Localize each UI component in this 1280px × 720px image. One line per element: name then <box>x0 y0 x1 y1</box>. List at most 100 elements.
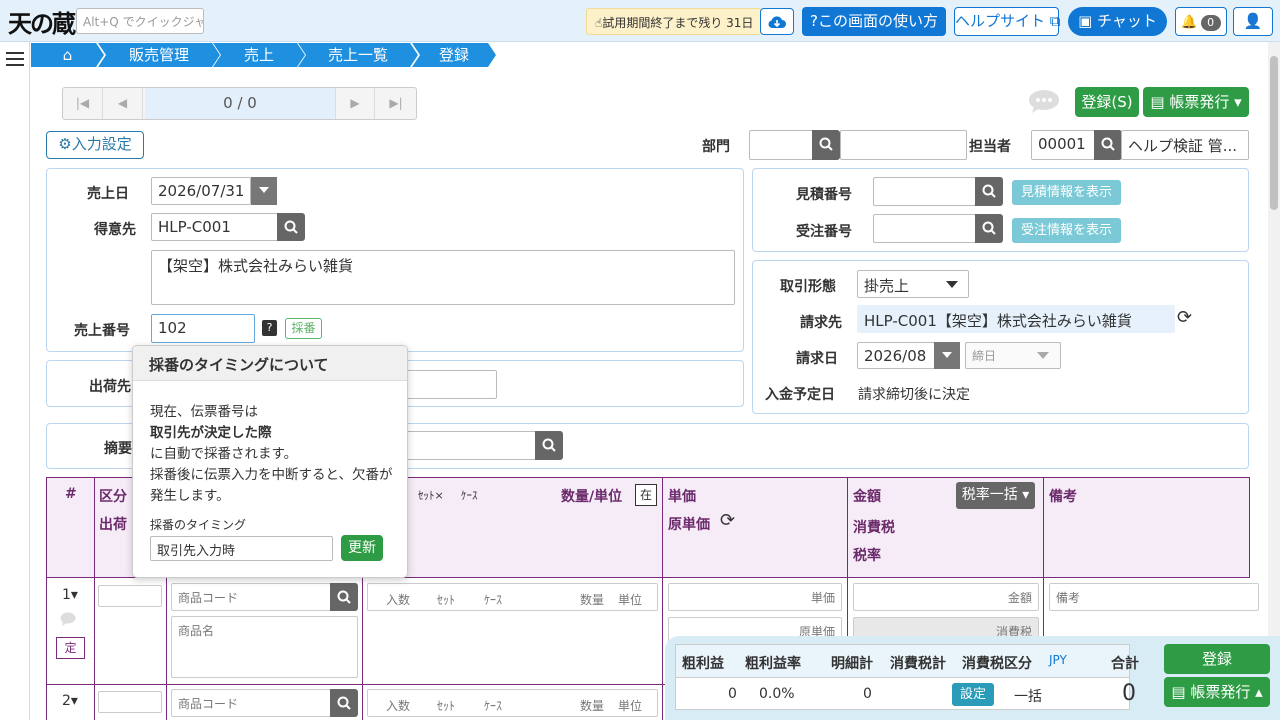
breadcrumb-home[interactable]: ⌂ <box>31 43 104 67</box>
user-menu-button[interactable]: 👤 <box>1233 7 1273 36</box>
register-button-bottom[interactable]: 登録 <box>1164 644 1270 674</box>
col-category: 区分 <box>99 489 127 505</box>
col-no: # <box>65 486 77 502</box>
unit-field[interactable]: 単位 <box>618 591 642 608</box>
amount-input[interactable]: 金額 <box>853 583 1039 611</box>
chevron-down-icon[interactable] <box>934 342 960 369</box>
staff-search-button[interactable] <box>1094 130 1122 160</box>
next-record-button[interactable]: ▶ <box>335 88 375 119</box>
refresh-icon[interactable]: ⟳ <box>720 510 735 531</box>
quickjump-input[interactable]: Alt+Q でクイックジャンプ <box>76 8 204 34</box>
notification-button[interactable]: 🔔 0 <box>1175 7 1227 36</box>
staff-code-input[interactable]: 00001 <box>1031 130 1095 160</box>
caret-down-icon: ▾ <box>1017 487 1030 503</box>
tax-bulk-button[interactable]: 税率一括 ▾ <box>956 482 1035 509</box>
show-order-button[interactable]: 受注情報を表示 <box>1012 218 1121 243</box>
customer-code-input[interactable]: HLP-C001 <box>151 213 278 241</box>
prev-record-button[interactable]: ◀ <box>103 88 143 119</box>
cloud-download-icon <box>768 16 786 28</box>
caret-down-icon: ▾ <box>1229 93 1242 111</box>
comment-icon[interactable] <box>60 612 76 630</box>
product-code-input[interactable]: 商品コード <box>171 583 331 611</box>
memo-search-button[interactable] <box>535 431 563 460</box>
set-field[interactable]: ｾｯﾄ <box>437 697 455 714</box>
row-number[interactable]: 2▾ <box>62 693 78 709</box>
staff-name-input[interactable]: ヘルプ検証 管... <box>1121 130 1249 160</box>
timing-input[interactable]: 取引先入力時 <box>150 536 333 561</box>
search-icon <box>982 221 996 235</box>
issue-form-button[interactable]: ▤ 帳票発行 ▾ <box>1143 87 1249 117</box>
case-field[interactable]: ｹｰｽ <box>484 697 502 714</box>
product-search-button[interactable] <box>330 689 358 717</box>
comment-icon[interactable] <box>1028 89 1060 113</box>
tax-setting-button[interactable]: 設定 <box>952 683 994 706</box>
fixed-badge[interactable]: 定 <box>56 637 85 659</box>
currency-label: JPY <box>1049 653 1067 667</box>
chevron-down-icon[interactable] <box>251 177 277 205</box>
estimate-search-button[interactable] <box>975 177 1003 206</box>
detail-total-label: 明細計 <box>831 656 873 672</box>
ship-to-name-input[interactable] <box>400 370 497 399</box>
scrollbar-thumb[interactable] <box>1270 56 1278 210</box>
row-number[interactable]: 1▾ <box>62 587 78 603</box>
numbering-badge[interactable]: 採番 <box>285 318 322 339</box>
document-icon: ▤ <box>1150 93 1170 111</box>
last-record-button[interactable]: ▶| <box>376 88 416 119</box>
col-tax-rate: 税率 <box>853 548 881 564</box>
set-field[interactable]: ｾｯﾄ <box>437 591 455 608</box>
category-input[interactable] <box>98 585 162 607</box>
show-estimate-button[interactable]: 見積情報を表示 <box>1012 180 1121 205</box>
first-record-button[interactable]: |◀ <box>63 88 103 119</box>
order-search-button[interactable] <box>975 214 1003 243</box>
in-qty-field[interactable]: 入数 <box>386 591 410 608</box>
qty-field[interactable]: 数量 <box>580 697 604 714</box>
breadcrumb-item[interactable]: 売上一覧 <box>298 43 418 67</box>
estimate-no-input[interactable] <box>873 177 976 206</box>
col-set: ｾｯﾄ× <box>418 489 444 502</box>
bill-date-input[interactable]: 2026/08 <box>857 342 935 369</box>
update-button[interactable]: 更新 <box>341 535 383 561</box>
stock-toggle[interactable]: 在 <box>635 484 657 506</box>
sales-date-label: 売上日 <box>87 186 129 202</box>
help-question-icon[interactable]: ? <box>262 320 277 336</box>
col-cost-price: 原単価 <box>668 517 710 533</box>
app-logo[interactable]: 天の蔵 <box>8 4 76 39</box>
scrollbar[interactable] <box>1268 42 1280 720</box>
unit-field[interactable]: 単位 <box>618 697 642 714</box>
input-settings-button[interactable]: ⚙入力設定 <box>46 131 144 159</box>
trial-notice[interactable]: ☝試用期間終了まで残り 31日 <box>586 8 763 35</box>
in-qty-field[interactable]: 入数 <box>386 697 410 714</box>
search-icon <box>542 438 556 452</box>
chat-button[interactable]: ▣ チャット <box>1068 7 1167 36</box>
memo-label: 摘要 <box>104 441 132 457</box>
customer-name-textarea[interactable]: 【架空】株式会社みらい雑貨 <box>151 250 735 305</box>
search-icon <box>819 137 833 151</box>
breadcrumb-item[interactable]: 売上 <box>213 43 305 67</box>
customer-search-button[interactable] <box>277 213 305 241</box>
col-shipping: 出荷 <box>99 517 127 533</box>
category-input[interactable] <box>98 691 162 713</box>
col-qty-unit: 数量/単位 <box>561 489 623 505</box>
issue-form-button-bottom[interactable]: ▤ 帳票発行 ▴ <box>1164 677 1270 707</box>
product-code-input[interactable]: 商品コード <box>171 689 331 717</box>
download-button[interactable] <box>760 8 794 35</box>
memo-input[interactable] <box>400 431 536 460</box>
case-field[interactable]: ｹｰｽ <box>484 591 502 608</box>
product-search-button[interactable] <box>330 583 358 611</box>
product-name-input[interactable]: 商品名 <box>171 616 358 678</box>
dept-code-input[interactable] <box>749 130 813 160</box>
dept-search-button[interactable] <box>812 130 840 160</box>
how-to-use-button[interactable]: ?この画面の使い方 <box>802 7 946 36</box>
sales-date-input[interactable]: 2026/07/31 <box>151 177 251 205</box>
breadcrumb-item[interactable]: 販売管理 <box>98 43 220 67</box>
remarks-input[interactable]: 備考 <box>1049 583 1259 611</box>
refresh-icon[interactable]: ⟳ <box>1177 307 1192 328</box>
qty-field[interactable]: 数量 <box>580 591 604 608</box>
unit-price-input[interactable]: 単価 <box>668 583 842 611</box>
help-site-button[interactable]: ヘルプサイト ⧉ <box>954 7 1061 36</box>
register-button[interactable]: 登録(S) <box>1075 87 1139 117</box>
dept-name-input[interactable] <box>840 130 967 160</box>
sales-no-input[interactable]: 102 <box>151 314 255 343</box>
order-no-input[interactable] <box>873 214 976 243</box>
hamburger-icon[interactable] <box>6 52 24 66</box>
